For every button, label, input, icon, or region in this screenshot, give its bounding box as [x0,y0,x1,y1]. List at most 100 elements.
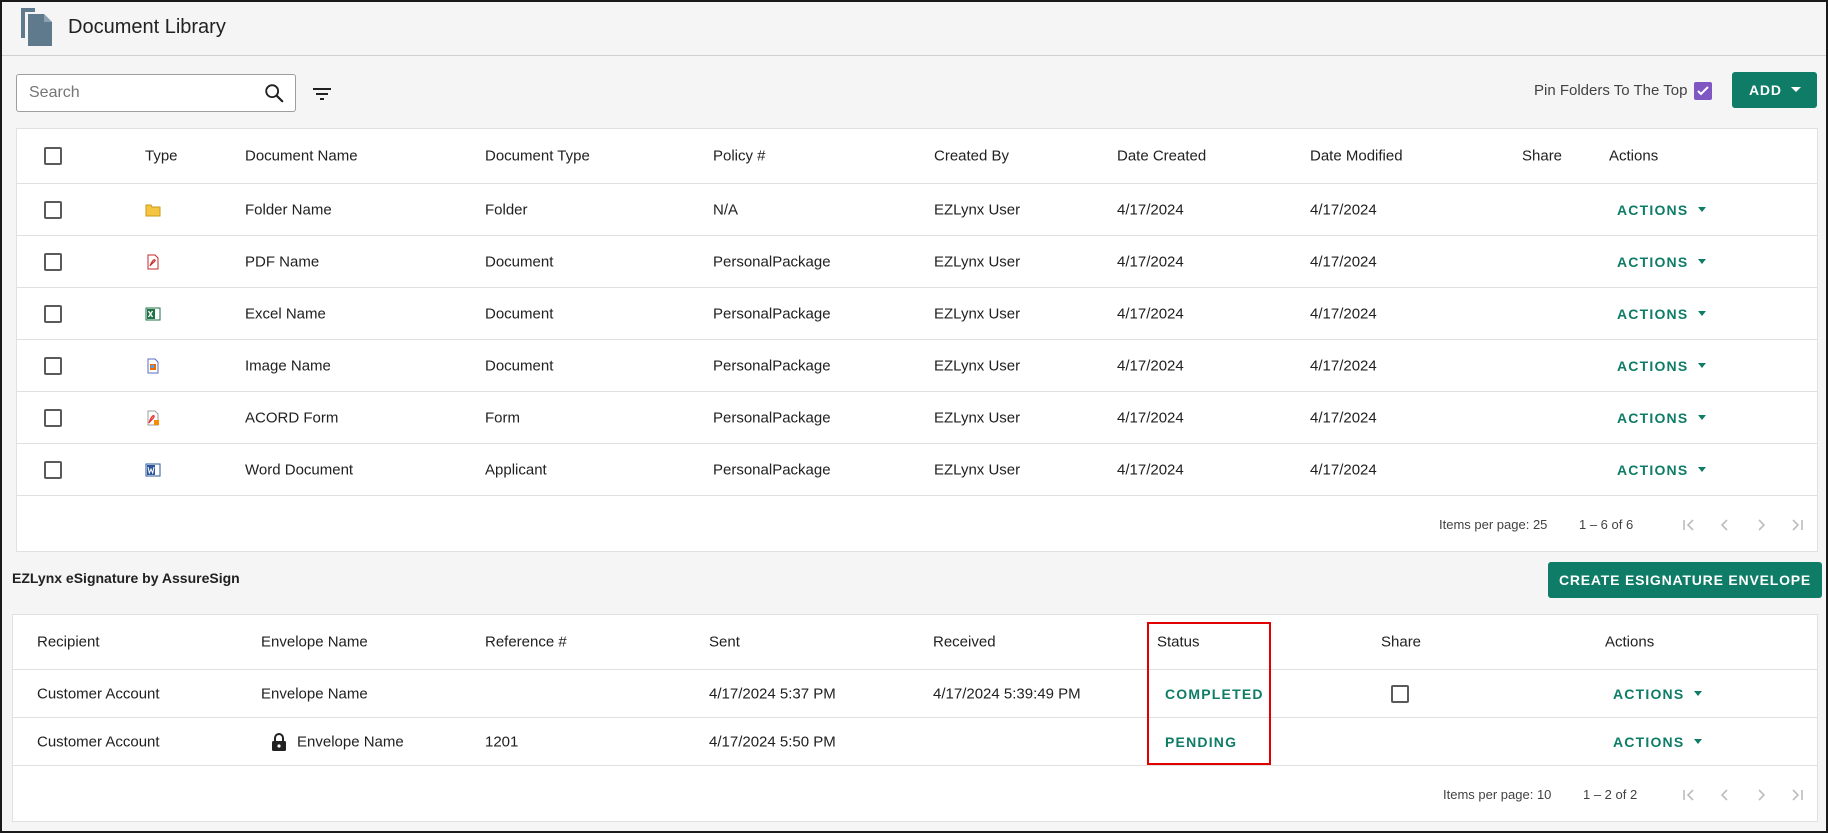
table-row[interactable]: Customer Account Envelope Name 1201 4/17… [13,718,1817,766]
previous-page-icon[interactable] [1717,517,1733,533]
column-header-envelope-name[interactable]: Envelope Name [261,634,368,651]
search-input[interactable] [29,82,249,104]
app-window: Document Library Pin Folders To The Top … [0,0,1828,833]
create-esignature-envelope-button[interactable]: CREATE ESIGNATURE ENVELOPE [1548,562,1822,598]
column-header-date-created[interactable]: Date Created [1117,148,1206,165]
column-header-share: Share [1522,147,1563,165]
items-per-page[interactable]: Items per page: 25 [1439,517,1547,532]
add-button[interactable]: ADD [1732,72,1817,108]
policy-number: PersonalPackage [713,409,831,426]
row-checkbox[interactable] [44,200,62,219]
word-icon [145,463,161,476]
document-name[interactable]: ACORD Form [245,409,338,426]
row-checkbox[interactable] [44,356,62,375]
row-actions-button[interactable]: ACTIONS [1613,686,1703,702]
caret-down-icon [1694,691,1703,696]
row-actions-button[interactable]: ACTIONS [1617,358,1707,374]
date-modified: 4/17/2024 [1310,409,1377,426]
column-header-date-modified[interactable]: Date Modified [1310,148,1403,165]
envelope-name[interactable]: Envelope Name [261,685,368,702]
column-header-status[interactable]: Status [1157,634,1200,651]
created-by: EZLynx User [934,253,1021,270]
search-box[interactable] [16,74,296,112]
next-page-icon[interactable] [1753,787,1769,803]
document-name[interactable]: Excel Name [245,305,326,322]
row-actions-button[interactable]: ACTIONS [1613,733,1703,750]
created-by: EZLynx User [934,357,1021,374]
row-checkbox[interactable] [44,252,62,271]
status-badge: PENDING [1165,733,1238,750]
row-actions-button[interactable]: ACTIONS [1617,410,1707,426]
column-header-recipient[interactable]: Recipient [37,634,100,651]
page-range: 1 – 2 of 2 [1583,787,1638,802]
actions-label: ACTIONS [1617,461,1689,478]
document-name[interactable]: Word Document [245,461,353,478]
row-checkbox[interactable] [44,304,62,323]
row-actions-button[interactable]: ACTIONS [1617,461,1707,478]
date-created: 4/17/2024 [1117,201,1184,218]
document-type: Applicant [485,461,547,478]
reference-number: 1201 [485,733,519,750]
share-checkbox[interactable] [1391,684,1409,703]
document-type: Document [485,357,554,374]
row-actions-button[interactable]: ACTIONS [1617,305,1707,322]
next-page-icon[interactable] [1753,517,1769,533]
table-row[interactable]: Word Document Applicant PersonalPackage … [17,444,1817,496]
esignature-table: Recipient Envelope Name Reference # Sent… [12,614,1818,822]
actions-label: ACTIONS [1613,733,1685,750]
search-icon[interactable] [263,82,285,104]
column-header-document-type[interactable]: Document Type [485,148,590,165]
table-row[interactable]: Excel Name Document PersonalPackage EZLy… [17,288,1817,340]
created-by: EZLynx User [934,201,1021,218]
envelope-name[interactable]: Envelope Name [297,733,404,750]
folder-icon [145,204,161,216]
items-per-page[interactable]: Items per page: 10 [1443,787,1551,802]
row-checkbox[interactable] [44,408,62,427]
table-row[interactable]: ACORD Form Form PersonalPackage EZLynx U… [17,392,1817,444]
sent-date: 4/17/2024 5:50 PM [709,733,836,750]
table-row[interactable]: PDF Name Document PersonalPackage EZLynx… [17,236,1817,288]
table-header-row: Recipient Envelope Name Reference # Sent… [13,615,1817,670]
last-page-icon[interactable] [1789,517,1805,533]
caret-down-icon [1698,207,1707,212]
actions-label: ACTIONS [1617,253,1689,270]
table-row[interactable]: Folder Name Folder N/A EZLynx User 4/17/… [17,184,1817,236]
pin-folders-label: Pin Folders To The Top [1534,82,1688,99]
column-header-created-by[interactable]: Created By [934,148,1009,165]
column-header-policy[interactable]: Policy # [713,148,766,165]
document-name[interactable]: Folder Name [245,201,332,218]
previous-page-icon[interactable] [1717,787,1733,803]
sent-date: 4/17/2024 5:37 PM [709,685,836,702]
column-header-reference[interactable]: Reference # [485,634,567,651]
pin-folders-checkbox[interactable] [1694,82,1712,100]
policy-number: PersonalPackage [713,357,831,374]
document-type: Document [485,253,554,270]
first-page-icon[interactable] [1681,787,1697,803]
document-type: Form [485,409,520,426]
column-header-sent[interactable]: Sent [709,634,740,651]
column-header-document-name[interactable]: Document Name [245,148,358,165]
recipient: Customer Account [37,685,160,702]
status-badge: COMPLETED [1165,685,1264,702]
row-actions-button[interactable]: ACTIONS [1617,253,1707,270]
filter-icon[interactable] [310,82,334,106]
document-type: Document [485,305,554,322]
row-actions-button[interactable]: ACTIONS [1617,202,1707,218]
esignature-section-title: EZLynx eSignature by AssureSign [12,570,240,586]
document-name[interactable]: PDF Name [245,253,319,270]
table-row[interactable]: Image Name Document PersonalPackage EZLy… [17,340,1817,392]
column-header-received[interactable]: Received [933,634,996,651]
first-page-icon[interactable] [1681,517,1697,533]
last-page-icon[interactable] [1789,787,1805,803]
table-header-row: Type Document Name Document Type Policy … [17,129,1817,184]
date-modified: 4/17/2024 [1310,357,1377,374]
lock-icon [272,732,286,751]
table-row[interactable]: Customer Account Envelope Name 4/17/2024… [13,670,1817,718]
row-checkbox[interactable] [44,460,62,479]
excel-icon [145,307,161,320]
select-all-checkbox[interactable] [44,147,62,165]
actions-label: ACTIONS [1617,305,1689,322]
document-name[interactable]: Image Name [245,357,331,374]
column-header-type[interactable]: Type [145,148,178,165]
check-icon [1697,86,1709,96]
